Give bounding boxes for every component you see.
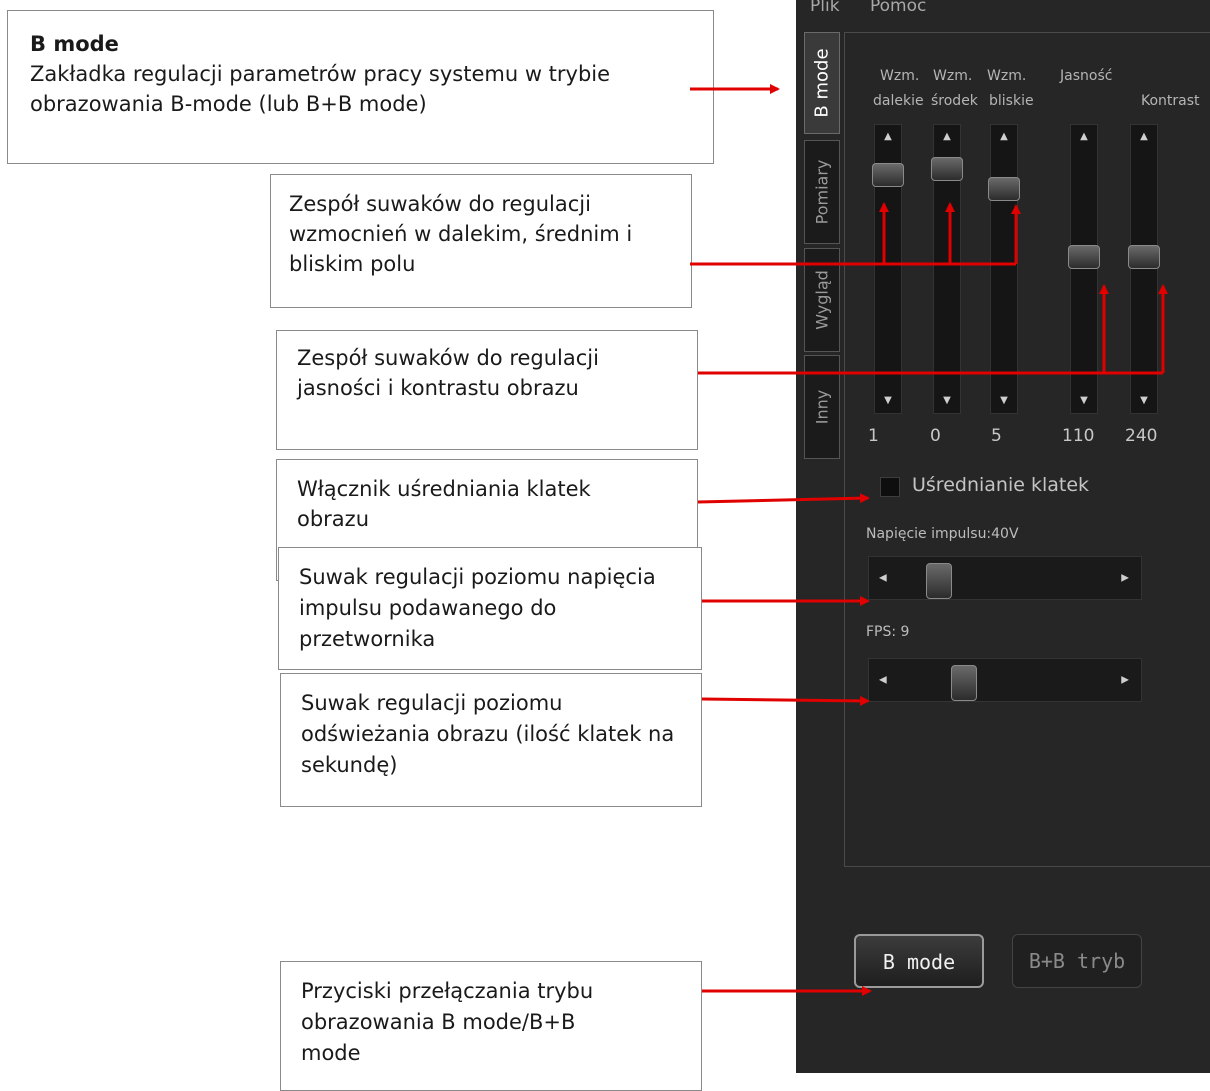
header-far-gain-2: dalekie bbox=[873, 93, 924, 109]
near-gain-up-icon[interactable]: ▲ bbox=[991, 131, 1017, 143]
callout-gain-sliders: Zespół suwaków do regulacji wzmocnień w … bbox=[270, 174, 692, 308]
contrast-down-icon[interactable]: ▼ bbox=[1131, 395, 1157, 407]
header-far-gain-1: Wzm. bbox=[880, 68, 920, 84]
callout-bmode-text: Zakładka regulacji parametrów pracy syst… bbox=[30, 62, 611, 116]
tab-other-label: Inny bbox=[812, 389, 832, 425]
mid-gain-up-icon[interactable]: ▲ bbox=[934, 131, 960, 143]
fps-thumb[interactable] bbox=[951, 665, 977, 701]
far-gain-value: 1 bbox=[868, 426, 879, 446]
pulse-left-arrow-icon[interactable]: ◀ bbox=[879, 573, 887, 584]
far-gain-down-icon[interactable]: ▼ bbox=[875, 395, 901, 407]
pulse-voltage-thumb[interactable] bbox=[926, 563, 952, 599]
pulse-voltage-slider[interactable]: ◀ ▶ bbox=[868, 556, 1142, 600]
callout-bmode-tab: B mode Zakładka regulacji parametrów pra… bbox=[7, 10, 714, 164]
header-mid-gain-2: środek bbox=[931, 93, 978, 109]
brightness-slider[interactable]: ▲ ▼ bbox=[1068, 124, 1100, 414]
tab-bmode-label: B mode bbox=[811, 48, 833, 118]
far-gain-up-icon[interactable]: ▲ bbox=[875, 131, 901, 143]
tab-bmode[interactable]: B mode bbox=[804, 32, 840, 134]
header-contrast: Kontrast bbox=[1141, 93, 1200, 109]
header-near-gain-1: Wzm. bbox=[987, 68, 1027, 84]
bmode-button[interactable]: B mode bbox=[854, 934, 984, 988]
callout-mode-buttons: Przyciski przełączania trybu obrazowania… bbox=[280, 961, 702, 1091]
tab-appearance-label: Wygląd bbox=[812, 270, 832, 330]
frame-averaging-label: Uśrednianie klatek bbox=[912, 474, 1090, 496]
callout-bmode-title: B mode bbox=[30, 32, 119, 56]
app-panel: Plik Pomoc B mode Pomiary Wygląd Inny Wz… bbox=[796, 0, 1210, 1073]
header-mid-gain-1: Wzm. bbox=[933, 68, 973, 84]
callout-pulse-text: Suwak regulacji poziomu napięcia impulsu… bbox=[299, 565, 656, 651]
bbmode-button[interactable]: B+B tryb bbox=[1012, 934, 1142, 988]
tab-measurements[interactable]: Pomiary bbox=[804, 140, 840, 244]
fps-label: FPS: 9 bbox=[866, 624, 910, 640]
pulse-right-arrow-icon[interactable]: ▶ bbox=[1121, 573, 1129, 584]
contrast-value: 240 bbox=[1125, 426, 1158, 446]
callout-gain-text: Zespół suwaków do regulacji wzmocnień w … bbox=[289, 192, 633, 276]
frame-averaging-checkbox[interactable] bbox=[880, 477, 900, 497]
tab-appearance[interactable]: Wygląd bbox=[804, 248, 840, 352]
far-gain-slider[interactable]: ▲ ▼ bbox=[872, 124, 904, 414]
contrast-slider[interactable]: ▲ ▼ bbox=[1128, 124, 1160, 414]
brightness-up-icon[interactable]: ▲ bbox=[1071, 131, 1097, 143]
brightness-thumb[interactable] bbox=[1068, 245, 1100, 269]
near-gain-thumb[interactable] bbox=[988, 177, 1020, 201]
brightness-value: 110 bbox=[1062, 426, 1095, 446]
callout-mode-text: Przyciski przełączania trybu obrazowania… bbox=[301, 979, 594, 1065]
brightness-down-icon[interactable]: ▼ bbox=[1071, 395, 1097, 407]
callout-fps-slider: Suwak regulacji poziomu odświeżania obra… bbox=[280, 673, 702, 807]
header-near-gain-2: bliskie bbox=[989, 93, 1034, 109]
callout-brightness-sliders: Zespół suwaków do regulacji jasności i k… bbox=[276, 330, 698, 450]
contrast-up-icon[interactable]: ▲ bbox=[1131, 131, 1157, 143]
callout-pulse-slider: Suwak regulacji poziomu napięcia impulsu… bbox=[278, 547, 702, 670]
pulse-voltage-label: Napięcie impulsu:40V bbox=[866, 526, 1019, 542]
menu-file[interactable]: Plik bbox=[810, 0, 840, 16]
tab-other[interactable]: Inny bbox=[804, 355, 840, 459]
mid-gain-down-icon[interactable]: ▼ bbox=[934, 395, 960, 407]
near-gain-down-icon[interactable]: ▼ bbox=[991, 395, 1017, 407]
callout-brightness-text: Zespół suwaków do regulacji jasności i k… bbox=[297, 346, 599, 400]
mid-gain-value: 0 bbox=[930, 426, 941, 446]
tab-measurements-label: Pomiary bbox=[812, 159, 832, 225]
header-brightness: Jasność bbox=[1060, 68, 1113, 84]
fps-left-arrow-icon[interactable]: ◀ bbox=[879, 675, 887, 686]
near-gain-value: 5 bbox=[991, 426, 1002, 446]
callout-averaging-text: Włącznik uśredniania klatek obrazu bbox=[297, 477, 591, 531]
fps-right-arrow-icon[interactable]: ▶ bbox=[1121, 675, 1129, 686]
near-gain-slider[interactable]: ▲ ▼ bbox=[988, 124, 1020, 414]
menu-help[interactable]: Pomoc bbox=[870, 0, 926, 16]
mid-gain-thumb[interactable] bbox=[931, 157, 963, 181]
mid-gain-slider[interactable]: ▲ ▼ bbox=[931, 124, 963, 414]
callout-fps-text: Suwak regulacji poziomu odświeżania obra… bbox=[301, 691, 675, 777]
contrast-thumb[interactable] bbox=[1128, 245, 1160, 269]
fps-slider[interactable]: ◀ ▶ bbox=[868, 658, 1142, 702]
far-gain-thumb[interactable] bbox=[872, 163, 904, 187]
